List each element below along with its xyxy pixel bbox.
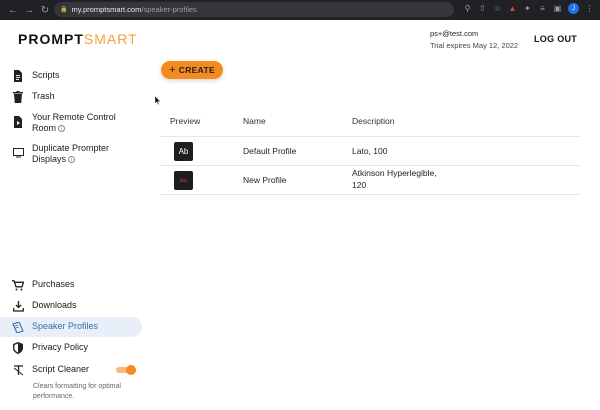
pdf-extension-icon[interactable]: ▲ [508, 4, 517, 13]
address-bar[interactable]: 🔒 my.promptsmart.com/speaker-profiles [54, 2, 454, 17]
reload-icon[interactable]: ↻ [38, 3, 52, 17]
sidebar-item-label: Purchases [32, 279, 75, 289]
sidebar-item-speaker-profiles[interactable]: Speaker Profiles [12, 321, 98, 333]
create-label: CREATE [178, 65, 215, 75]
script-cleaner-description: Clears formatting for optimal performanc… [33, 383, 121, 400]
trial-expiry: Trial expires May 12, 2022 [430, 41, 519, 50]
download-icon [12, 300, 24, 312]
profile-name: New Profile [243, 175, 287, 185]
sidebar-item-privacy-policy[interactable]: Privacy Policy [12, 342, 88, 354]
share-icon[interactable]: ⇧ [478, 4, 487, 13]
browser-toolbar: ← → ↻ 🔒 my.promptsmart.com/speaker-profi… [0, 0, 600, 20]
sidebar-item-downloads[interactable]: Downloads [12, 300, 77, 312]
account-info: ps+@test.com Trial expires May 12, 2022 [430, 28, 518, 52]
sidebar-item-label-cont: Displays [32, 154, 67, 164]
profile-name: Default Profile [243, 146, 297, 156]
create-button[interactable]: + CREATE [161, 61, 223, 79]
mouse-cursor-icon [155, 96, 161, 105]
sidebar-icon[interactable]: ▣ [553, 4, 562, 13]
row-divider [160, 194, 580, 195]
sidebar-item-label: Speaker Profiles [32, 321, 99, 331]
trash-icon [12, 91, 24, 103]
app-logo[interactable]: PROMPTSMART [18, 31, 138, 47]
row-divider [160, 165, 580, 166]
sidebar-item-label: Script Cleaner [32, 364, 90, 374]
info-icon[interactable]: i [68, 156, 76, 164]
url-domain: my.promptsmart.com [71, 5, 142, 14]
toggle-knob [126, 365, 136, 375]
logo-smart: SMART [83, 31, 138, 47]
logo-prompt: PROMPT [18, 31, 84, 47]
shield-icon [12, 342, 24, 354]
sidebar-item-label-cont: Room [32, 123, 57, 133]
extensions-icon[interactable]: ✦ [523, 4, 532, 13]
sidebar-item-purchases[interactable]: Purchases [12, 279, 75, 291]
document-icon [12, 70, 24, 82]
profile-avatar[interactable]: J [568, 3, 579, 14]
sidebar-item-label: Downloads [32, 300, 77, 310]
column-header-preview: Preview [170, 116, 201, 126]
remote-document-icon [12, 116, 24, 128]
profile-description: Lato, 100 [352, 146, 388, 156]
speaker-profile-icon [12, 321, 24, 333]
sidebar-item-label: Your Remote Control [32, 112, 116, 122]
header-divider [160, 136, 580, 137]
forward-icon[interactable]: → [22, 3, 36, 17]
column-header-name: Name [243, 116, 266, 126]
reading-list-icon[interactable]: ≡ [538, 4, 547, 13]
monitor-icon [12, 147, 24, 159]
profile-description: Atkinson Hyperlegible, 120 [352, 168, 437, 190]
clear-format-icon [12, 364, 24, 376]
account-email: ps+@test.com [430, 29, 479, 38]
back-icon[interactable]: ← [6, 3, 20, 17]
sidebar-item-label: Trash [32, 91, 55, 101]
column-header-description: Description [352, 116, 395, 126]
sidebar-item-scripts[interactable]: Scripts [12, 70, 60, 82]
info-icon[interactable]: i [58, 125, 66, 133]
profile-preview-thumbnail[interactable]: Ab [174, 142, 193, 161]
sidebar-item-label: Privacy Policy [32, 342, 89, 352]
star-icon[interactable]: ☆ [493, 4, 502, 13]
sidebar-item-script-cleaner: Script Cleaner [12, 364, 89, 376]
zoom-icon[interactable]: ⚲ [463, 4, 472, 13]
sidebar-item-label: Duplicate Prompter [32, 143, 110, 153]
logout-button[interactable]: LOG OUT [534, 34, 577, 44]
sidebar-item-remote-control[interactable]: Your Remote Control Room i [12, 112, 116, 134]
profile-preview-thumbnail[interactable]: abc [174, 171, 193, 190]
sidebar-item-duplicate-displays[interactable]: Duplicate Prompter Displays i [12, 143, 109, 165]
plus-icon: + [169, 64, 176, 76]
menu-icon[interactable]: ⋮ [585, 4, 594, 13]
sidebar-item-trash[interactable]: Trash [12, 91, 55, 103]
lock-icon: 🔒 [60, 7, 68, 13]
sidebar-item-label: Scripts [32, 70, 60, 80]
script-cleaner-toggle[interactable] [116, 365, 136, 375]
cart-icon [12, 279, 24, 291]
url-path: /speaker-profiles [141, 5, 197, 14]
